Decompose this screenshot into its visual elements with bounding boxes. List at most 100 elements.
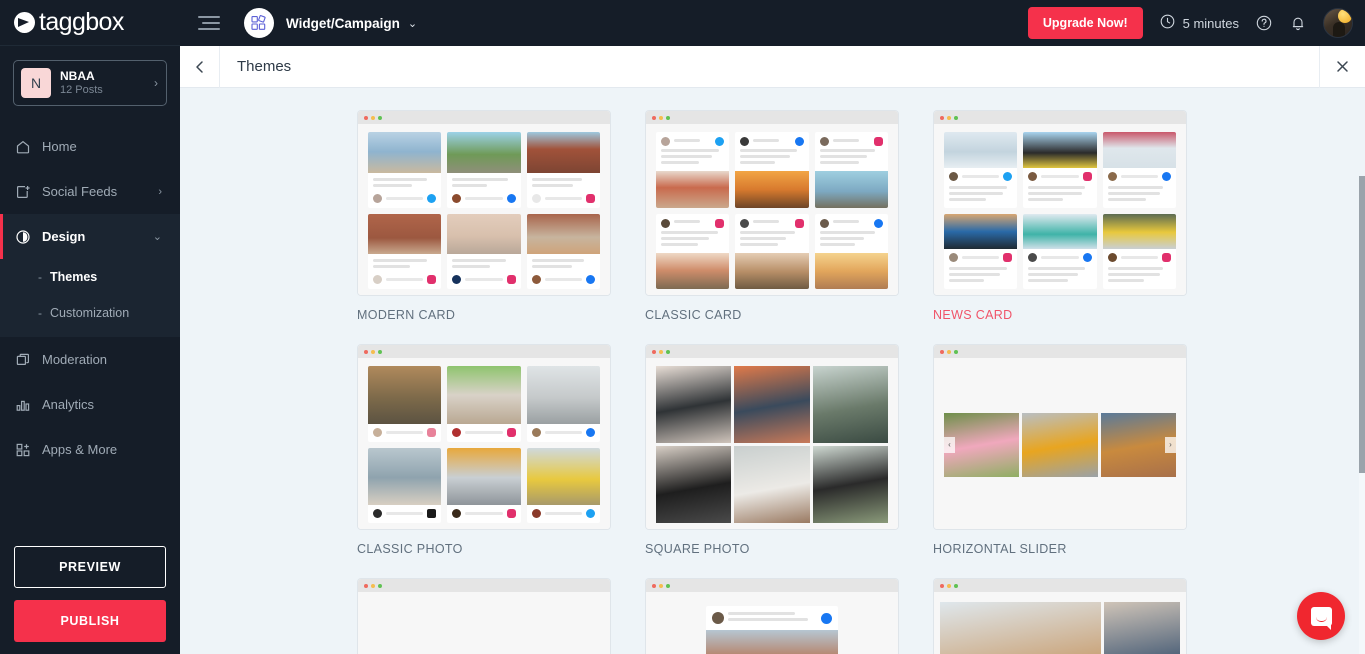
mock-slider <box>368 600 600 654</box>
mock-post <box>526 213 600 289</box>
account-switcher[interactable]: N NBAA 12 Posts › <box>13 60 167 106</box>
window-minimize-dot-icon <box>371 583 375 588</box>
preview-stage <box>646 358 898 529</box>
mock-post <box>1102 213 1176 289</box>
theme-card-news-card[interactable]: NEWS CARD <box>933 110 1187 322</box>
window-minimize-dot-icon <box>659 349 663 354</box>
mock-post <box>735 213 809 289</box>
chat-widget-icon[interactable] <box>1297 592 1345 640</box>
preview-stage <box>358 124 610 295</box>
themes-content: MODERN CARD CLASSIC CARD NEWS CARD CLASS… <box>180 88 1365 654</box>
sidebar-item-label: Home <box>42 139 77 154</box>
sidebar-item-label: Analytics <box>42 397 95 412</box>
theme-card-modern-card[interactable]: MODERN CARD <box>357 110 611 322</box>
theme-card-photo-slider[interactable] <box>357 578 611 654</box>
window-maximize-dot-icon <box>954 349 958 354</box>
upgrade-now-button[interactable]: Upgrade Now! <box>1027 7 1143 39</box>
sidebar-item-moderation[interactable]: Moderation <box>0 337 180 382</box>
mock-grid <box>656 366 888 523</box>
theme-card-horizontal-slider[interactable]: ‹ › HORIZONTAL SLIDER <box>933 344 1187 556</box>
timer-text: 5 minutes <box>1182 15 1239 31</box>
trial-timer[interactable]: 5 minutes <box>1159 13 1239 33</box>
mock-photo <box>656 366 732 443</box>
theme-preview: Shop Now <box>933 578 1187 654</box>
scrollbar-thumb[interactable] <box>1359 176 1365 473</box>
preview-button[interactable]: PREVIEW <box>14 546 166 588</box>
window-close-dot-icon <box>364 349 368 354</box>
mock-post <box>944 213 1018 289</box>
sidebar-item-home[interactable]: Home <box>0 124 180 169</box>
widget-campaign-icon <box>244 8 274 38</box>
window-close-dot-icon <box>364 583 368 588</box>
social-feeds-icon <box>14 183 32 201</box>
chevron-down-icon: ⌄ <box>407 17 418 30</box>
sidebar-item-design[interactable]: Design ⌄ <box>0 214 180 259</box>
theme-card-square-photo[interactable]: SQUARE PHOTO <box>645 344 899 556</box>
sidebar-subitem-themes[interactable]: - Themes <box>0 259 180 295</box>
mock-post <box>368 213 442 289</box>
home-icon <box>14 138 32 156</box>
chevron-right-icon: › <box>154 76 158 90</box>
browser-chrome-bar <box>358 345 610 358</box>
page-header: Themes <box>180 45 1365 88</box>
main-region: Widget/Campaign ⌄ Upgrade Now! 5 minutes <box>180 0 1365 654</box>
sidebar-item-apps-more[interactable]: Apps & More <box>0 427 180 472</box>
browser-chrome-bar <box>934 579 1186 592</box>
mock-post <box>447 213 521 289</box>
widget-campaign-label: Widget/Campaign <box>286 15 400 31</box>
mock-grid <box>944 132 1176 289</box>
theme-card-facebook-card[interactable] <box>645 578 899 654</box>
back-button[interactable] <box>180 45 220 88</box>
window-maximize-dot-icon <box>954 115 958 120</box>
content-scrollbar[interactable] <box>1359 176 1365 654</box>
browser-chrome-bar <box>358 111 610 124</box>
slider-prev-button[interactable]: ‹ <box>944 436 955 453</box>
sidebar-item-analytics[interactable]: Analytics <box>0 382 180 427</box>
mock-photo <box>940 602 1101 654</box>
brand-logo[interactable]: taggbox <box>0 0 180 46</box>
mock-shoppable: Shop Now <box>940 598 1180 654</box>
theme-preview: ‹ › <box>933 344 1187 530</box>
browser-chrome-bar <box>934 111 1186 124</box>
notification-bell-icon[interactable] <box>1289 14 1307 32</box>
mock-photo <box>656 446 732 523</box>
mock-post <box>656 132 730 208</box>
analytics-icon <box>14 396 32 414</box>
sidebar-subitem-label: Customization <box>50 306 130 320</box>
theme-preview <box>645 578 899 654</box>
publish-button[interactable]: PUBLISH <box>14 600 166 642</box>
mock-post <box>368 447 442 523</box>
design-submenu: - Themes - Customization <box>0 259 180 337</box>
sidebar-subitem-customization[interactable]: - Customization <box>0 295 180 331</box>
mock-photo <box>944 412 1020 477</box>
browser-chrome-bar <box>358 579 610 592</box>
widget-campaign-selector[interactable]: Widget/Campaign ⌄ <box>244 8 417 38</box>
mock-post <box>1023 132 1097 208</box>
user-avatar[interactable] <box>1323 8 1353 38</box>
theme-card-classic-photo[interactable]: CLASSIC PHOTO <box>357 344 611 556</box>
mock-post <box>1023 213 1097 289</box>
theme-card-shoppable[interactable]: Shop Now <box>933 578 1187 654</box>
slider-next-button[interactable]: › <box>1165 436 1176 453</box>
help-circle-icon[interactable] <box>1255 14 1273 32</box>
chevron-down-icon: ⌄ <box>152 231 162 243</box>
close-button[interactable] <box>1319 45 1365 88</box>
mock-photo <box>734 446 810 523</box>
mock-post <box>814 132 888 208</box>
window-maximize-dot-icon <box>666 115 670 120</box>
preview-stage <box>358 358 610 529</box>
theme-preview <box>933 110 1187 296</box>
mock-grid <box>368 132 600 289</box>
mock-post <box>1102 132 1176 208</box>
hamburger-menu-icon[interactable] <box>198 12 220 34</box>
theme-preview <box>645 344 899 530</box>
mock-post <box>526 447 600 523</box>
window-maximize-dot-icon <box>378 115 382 120</box>
app-root: taggbox N NBAA 12 Posts › Home Social Fe… <box>0 0 1365 654</box>
window-minimize-dot-icon <box>947 115 951 120</box>
sidebar-item-social-feeds[interactable]: Social Feeds › <box>0 169 180 214</box>
theme-card-classic-card[interactable]: CLASSIC CARD <box>645 110 899 322</box>
mock-post <box>656 213 730 289</box>
window-close-dot-icon <box>940 115 944 120</box>
sidebar-subitem-label: Themes <box>50 270 98 284</box>
